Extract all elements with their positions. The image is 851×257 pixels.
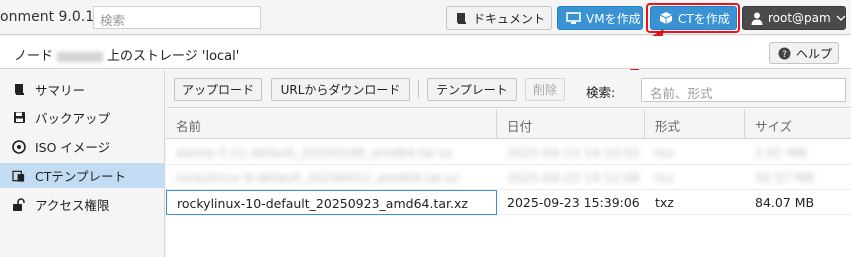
template-date-cell: 2025-04-23 14:12:08 [497, 165, 645, 190]
sidebar-item-label: バックアップ [35, 111, 111, 126]
column-header-date[interactable]: 日付 [497, 109, 645, 139]
book-icon [12, 83, 26, 97]
user-name: root@pam [768, 11, 831, 25]
unlock-icon [12, 197, 26, 212]
monitor-icon [566, 11, 581, 24]
column-header-size[interactable]: サイズ [745, 109, 851, 139]
column-header-format[interactable]: 形式 [645, 109, 745, 139]
toolbar-separator [418, 80, 419, 98]
content-toolbar: アップロード URLからダウンロード テンプレート 削除 検索: 名前、形式 [166, 70, 851, 108]
storage-sidebar: サマリー バックアップ ISO イメージ CTテンプレート アクセス権限 [0, 70, 165, 257]
user-menu-button[interactable]: root@pam [742, 6, 846, 30]
template-size-cell: 92.57 MB [745, 165, 851, 190]
upload-button[interactable]: アップロード [174, 78, 262, 101]
sidebar-item-permissions[interactable]: アクセス権限 [0, 192, 164, 217]
disc-icon [12, 139, 26, 154]
template-name-cell: rockylinux-10-default_20250923_amd64.tar… [166, 190, 497, 215]
floppy-icon [12, 111, 26, 125]
table-header: 名前 日付 形式 サイズ [166, 109, 851, 139]
template-size: 2.91 MB [755, 145, 807, 160]
cube-icon [659, 12, 673, 24]
documentation-button[interactable]: ドキュメント [446, 6, 552, 30]
table-row[interactable]: alpine-3.21-default_20250108_amd64.tar.x… [166, 140, 851, 165]
sidebar-item-ct-templates[interactable]: CTテンプレート [0, 163, 164, 188]
template-format-cell: txz [645, 190, 745, 215]
app-title: onment 9.0.10 [0, 9, 104, 25]
template-name: alpine-3.21-default_20250108_amd64.tar.x… [176, 145, 454, 160]
template-date: 2025-04-23 14:10:52 [507, 145, 640, 160]
template-date: 2025-09-23 15:39:06 [507, 195, 640, 210]
template-search-input[interactable]: 名前、形式 [641, 78, 846, 102]
table-row[interactable]: rockylinux-10-default_20250923_amd64.tar… [166, 190, 851, 215]
sidebar-item-summary[interactable]: サマリー [0, 77, 164, 102]
user-icon [751, 12, 763, 25]
template-format: txz [655, 145, 674, 160]
help-label: ヘルプ [796, 46, 833, 61]
create-ct-label: CTを作成 [678, 11, 730, 26]
template-icon [12, 169, 26, 183]
panel-title-suffix: 上のストレージ 'local' [107, 49, 240, 64]
template-name-cell: rockylinux-9-default_20240912_amd64.tar.… [166, 165, 497, 190]
template-name-cell: alpine-3.21-default_20250108_amd64.tar.x… [166, 140, 497, 165]
node-name-redacted [57, 51, 104, 62]
global-search-input[interactable]: 検索 [93, 6, 261, 29]
template-date-cell: 2025-04-23 14:10:52 [497, 140, 645, 165]
column-header-name[interactable]: 名前 [166, 109, 497, 139]
table-row[interactable]: rockylinux-9-default_20240912_amd64.tar.… [166, 165, 851, 190]
template-format: txz [655, 195, 674, 210]
help-button[interactable]: ? ヘルプ [769, 42, 839, 64]
template-name: rockylinux-9-default_20240912_amd64.tar.… [176, 170, 459, 185]
template-format-cell: txz [645, 140, 745, 165]
sidebar-item-label: ISO イメージ [35, 140, 111, 155]
template-size-cell: 84.07 MB [745, 190, 851, 215]
book-icon [457, 12, 466, 24]
sidebar-item-label: アクセス権限 [35, 198, 110, 213]
svg-text:?: ? [782, 50, 787, 60]
delete-button[interactable]: 削除 [525, 78, 565, 101]
templates-button[interactable]: テンプレート [427, 78, 517, 101]
sidebar-item-label: CTテンプレート [35, 169, 126, 184]
template-format-cell: txz [645, 165, 745, 190]
search-label: 検索: [586, 85, 616, 100]
panel-header: ノード 上のストレージ 'local' ? ヘルプ [0, 36, 851, 69]
top-header: onment 9.0.10 検索 ドキュメント VMを作成 CTを作成 root… [0, 0, 851, 35]
template-name: rockylinux-10-default_20250923_amd64.tar… [177, 196, 468, 211]
template-size: 84.07 MB [755, 195, 815, 210]
chevron-down-icon [836, 15, 846, 21]
template-size: 92.57 MB [755, 170, 815, 185]
template-size-cell: 2.91 MB [745, 140, 851, 165]
template-list-panel: アップロード URLからダウンロード テンプレート 削除 検索: 名前、形式 名… [166, 70, 851, 257]
sidebar-item-label: サマリー [35, 83, 86, 98]
sidebar-item-backup[interactable]: バックアップ [0, 105, 164, 130]
create-vm-label: VMを作成 [586, 11, 641, 26]
download-from-url-button[interactable]: URLからダウンロード [271, 78, 410, 101]
template-format: txz [655, 170, 674, 185]
sidebar-item-iso-images[interactable]: ISO イメージ [0, 134, 164, 159]
panel-title: ノード 上のストレージ 'local' [14, 45, 239, 64]
question-circle-icon: ? [778, 47, 791, 60]
template-date-cell: 2025-09-23 15:39:06 [497, 190, 645, 215]
panel-title-prefix: ノード [14, 49, 54, 64]
documentation-label: ドキュメント [473, 11, 546, 26]
template-date: 2025-04-23 14:12:08 [507, 170, 640, 185]
